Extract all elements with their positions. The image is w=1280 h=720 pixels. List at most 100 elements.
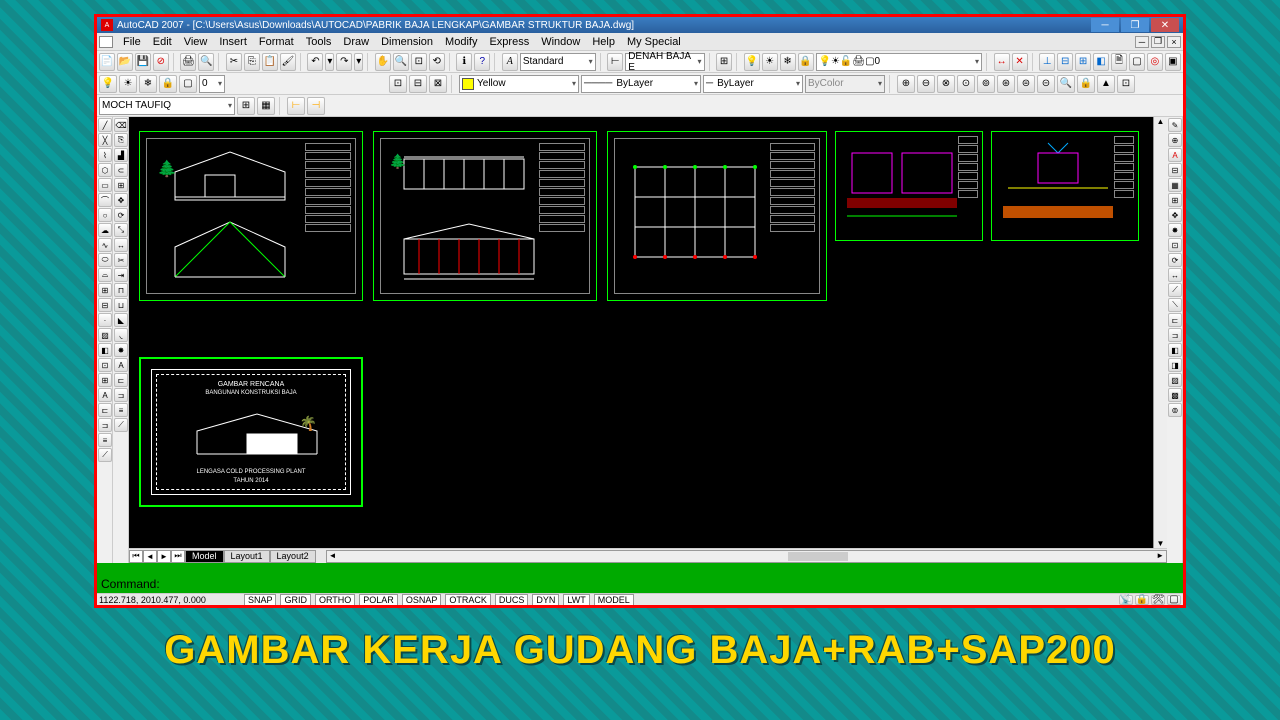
- layer-filter-button[interactable]: ❄: [780, 53, 796, 71]
- pan-button[interactable]: ✋: [375, 53, 391, 71]
- drawing-sheet-4[interactable]: [835, 131, 983, 241]
- model-canvas[interactable]: 🌲 🌲: [129, 117, 1167, 548]
- status-dyn[interactable]: DYN: [532, 594, 559, 606]
- tab-first-button[interactable]: ⏮: [129, 550, 143, 563]
- ref-button[interactable]: ⊢: [287, 97, 305, 115]
- mod4-button[interactable]: ◧: [1093, 53, 1109, 71]
- r1-t[interactable]: ⊚: [1168, 403, 1182, 417]
- arc-button[interactable]: ⌒: [98, 193, 112, 207]
- mod1-button[interactable]: ⊥: [1039, 53, 1055, 71]
- props-button[interactable]: ℹ: [456, 53, 472, 71]
- layerext2-button[interactable]: ⊝: [1037, 75, 1055, 93]
- print-button[interactable]: 🖨: [180, 53, 196, 71]
- paste-button[interactable]: 📋: [262, 53, 278, 71]
- tray-clean-icon[interactable]: ▢: [1167, 595, 1181, 605]
- menu-view[interactable]: View: [178, 36, 214, 48]
- layeroff-button[interactable]: ⊠: [429, 75, 447, 93]
- r1-p[interactable]: ◧: [1168, 343, 1182, 357]
- menu-myspecial[interactable]: My Special: [621, 36, 687, 48]
- layeriso-button[interactable]: ⊟: [409, 75, 427, 93]
- layer-states-button[interactable]: ☀: [762, 53, 778, 71]
- layerlock2-button[interactable]: 🔒: [159, 75, 177, 93]
- block-name-combo[interactable]: MOCH TAUFIQ: [99, 97, 235, 115]
- rectangle-button[interactable]: ▭: [98, 178, 112, 192]
- redo-dropdown[interactable]: ▾: [354, 53, 363, 71]
- status-osnap[interactable]: OSNAP: [402, 594, 442, 606]
- tab-model[interactable]: Model: [185, 550, 224, 563]
- region-button[interactable]: ⊡: [98, 358, 112, 372]
- hatch-button[interactable]: ▨: [98, 328, 112, 342]
- extra2-button[interactable]: ⊐: [98, 418, 112, 432]
- r1-g[interactable]: ✥: [1168, 208, 1182, 222]
- r1-b[interactable]: ⊕: [1168, 133, 1182, 147]
- revcloud-button[interactable]: ☁: [98, 223, 112, 237]
- mod-text-button[interactable]: A: [114, 358, 128, 372]
- status-grid[interactable]: GRID: [280, 594, 311, 606]
- layerext5-button[interactable]: ▲: [1097, 75, 1115, 93]
- rotate-button[interactable]: ⟳: [114, 208, 128, 222]
- layercopy-button[interactable]: ⊙: [957, 75, 975, 93]
- r1-a[interactable]: ✎: [1168, 118, 1182, 132]
- new-button[interactable]: 📄: [99, 53, 115, 71]
- fillet-button[interactable]: ◟: [114, 328, 128, 342]
- menu-modify[interactable]: Modify: [439, 36, 483, 48]
- join-button[interactable]: ⊔: [114, 298, 128, 312]
- color-combo[interactable]: Yellow: [459, 75, 579, 93]
- r1-d[interactable]: ⊟: [1168, 163, 1182, 177]
- plotstyle-combo[interactable]: ByColor: [805, 75, 885, 93]
- status-lwt[interactable]: LWT: [563, 594, 589, 606]
- zoom-rt-button[interactable]: 🔍: [393, 53, 409, 71]
- status-ortho[interactable]: ORTHO: [315, 594, 355, 606]
- stretch-button[interactable]: ↔: [114, 238, 128, 252]
- circle-button[interactable]: ○: [98, 208, 112, 222]
- tab-next-button[interactable]: ►: [157, 550, 171, 563]
- undo-button[interactable]: ↶: [307, 53, 323, 71]
- erase-button[interactable]: ⌫: [114, 118, 128, 132]
- mirror-button[interactable]: ▟: [114, 148, 128, 162]
- status-otrack[interactable]: OTRACK: [445, 594, 491, 606]
- layer-lock-button[interactable]: 🔒: [798, 53, 814, 71]
- open-button[interactable]: 📂: [117, 53, 133, 71]
- polygon-button[interactable]: ⬡: [98, 163, 112, 177]
- r1-l[interactable]: ⟋: [1168, 283, 1182, 297]
- layerstate2-button[interactable]: ☀: [119, 75, 137, 93]
- match-button[interactable]: 🖌: [280, 53, 296, 71]
- point-button[interactable]: ·: [98, 313, 112, 327]
- mod2-button[interactable]: ⊟: [1057, 53, 1073, 71]
- menu-express[interactable]: Express: [483, 36, 535, 48]
- drawing-sheet-2[interactable]: 🌲: [373, 131, 597, 301]
- spline-button[interactable]: ∿: [98, 238, 112, 252]
- mod8-button[interactable]: ▣: [1165, 53, 1181, 71]
- line-button[interactable]: ╱: [98, 118, 112, 132]
- gradient-button[interactable]: ◧: [98, 343, 112, 357]
- ellipse-button[interactable]: ⬭: [98, 253, 112, 267]
- preview-button[interactable]: 🔍: [198, 53, 214, 71]
- copy2-button[interactable]: ⎘: [114, 133, 128, 147]
- mdi-minimize-button[interactable]: ─: [1135, 36, 1149, 48]
- r1-h[interactable]: ✸: [1168, 223, 1182, 237]
- mod5-button[interactable]: 🗎: [1111, 53, 1127, 71]
- help-button[interactable]: ?: [474, 53, 490, 71]
- vertical-scrollbar[interactable]: ▲ ▼: [1153, 117, 1167, 548]
- ref2-button[interactable]: ⊣: [307, 97, 325, 115]
- menu-tools[interactable]: Tools: [300, 36, 338, 48]
- r1-j[interactable]: ⟳: [1168, 253, 1182, 267]
- r1-r[interactable]: ▨: [1168, 373, 1182, 387]
- edit-block-button[interactable]: ▦: [257, 97, 275, 115]
- trim-button[interactable]: ✂: [114, 253, 128, 267]
- r1-e[interactable]: ▦: [1168, 178, 1182, 192]
- layermatch-button[interactable]: ⊕: [897, 75, 915, 93]
- layerext6-button[interactable]: ⊡: [1117, 75, 1135, 93]
- chamfer-button[interactable]: ◣: [114, 313, 128, 327]
- array-button[interactable]: ⊞: [114, 178, 128, 192]
- extend-button[interactable]: ⇥: [114, 268, 128, 282]
- r1-k[interactable]: ↔: [1168, 268, 1182, 282]
- zoom-prev-button[interactable]: ⟲: [429, 53, 445, 71]
- xline-button[interactable]: ╳: [98, 133, 112, 147]
- layerprev2-button[interactable]: ⊖: [917, 75, 935, 93]
- drawing-sheet-title[interactable]: GAMBAR RENCANA BANGUNAN KONSTRUKSI BAJA …: [139, 357, 363, 507]
- menu-draw[interactable]: Draw: [337, 36, 375, 48]
- menu-window[interactable]: Window: [535, 36, 586, 48]
- status-polar[interactable]: POLAR: [359, 594, 398, 606]
- mod-ex2-button[interactable]: ⊐: [114, 388, 128, 402]
